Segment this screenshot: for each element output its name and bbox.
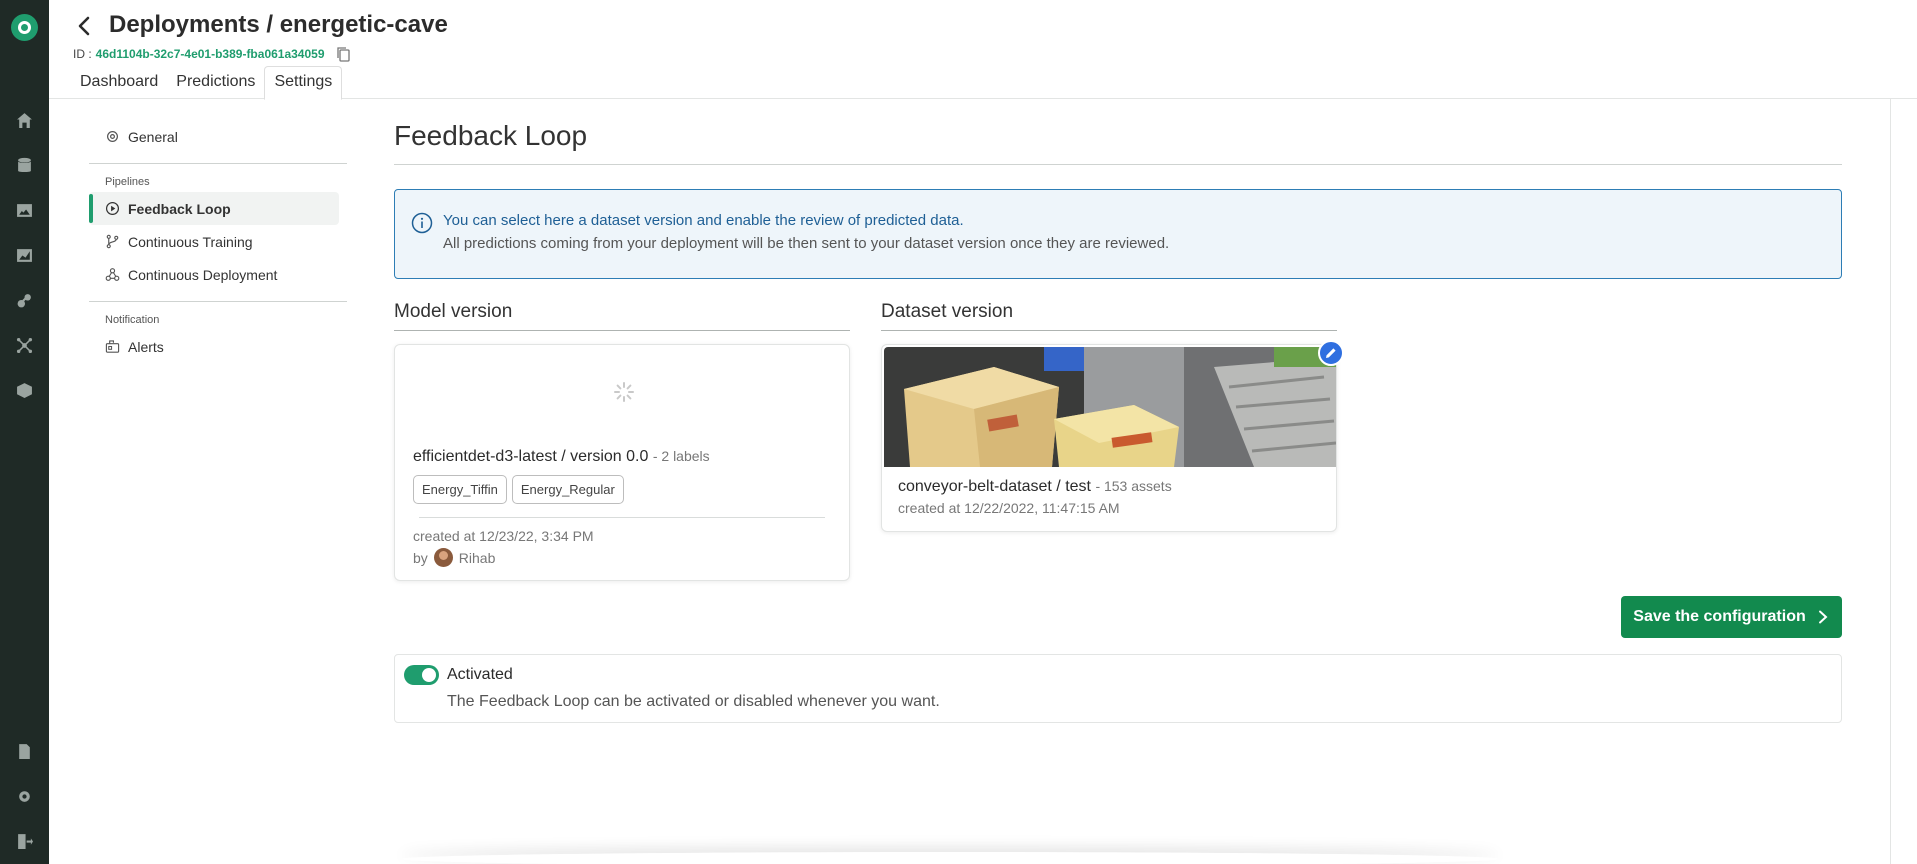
app-rail: [0, 0, 49, 864]
model-version-heading: Model version: [394, 301, 850, 331]
author-name: Rihab: [458, 549, 496, 566]
id-label: ID :: [73, 47, 92, 61]
tab-predictions[interactable]: Predictions: [167, 67, 264, 99]
activation-panel: Activated The Feedback Loop can be activ…: [394, 654, 1842, 723]
label-chip: Energy_Regular: [511, 475, 624, 504]
tabs: Dashboard Predictions Settings: [71, 66, 343, 100]
database-icon[interactable]: [15, 156, 34, 175]
model-name-text: efficientdet-d3-latest / version 0.0: [413, 448, 649, 465]
dataset-card[interactable]: conveyor-belt-dataset / test - 153 asset…: [881, 340, 1344, 532]
cube-icon[interactable]: [15, 381, 34, 400]
branch-icon: [106, 234, 119, 249]
pencil-icon: [1326, 348, 1336, 358]
dataset-created-date: created at 12/22/2022, 11:47:15 AM: [898, 500, 1120, 516]
bottom-shadow: [400, 852, 1500, 864]
avatar: [433, 548, 453, 567]
label-chip: Energy_Tiffin: [413, 475, 507, 504]
version-columns: Model version Dataset version efficientd…: [394, 301, 1842, 611]
info-text-secondary: All predictions coming from your deploym…: [443, 235, 1170, 252]
info-icon: [411, 212, 433, 234]
dataset-thumbnail: [884, 347, 1336, 467]
settings-gear-icon[interactable]: [15, 787, 34, 806]
activation-description: The Feedback Loop can be activated or di…: [447, 693, 940, 710]
model-created-date: created at 12/23/22, 3:34 PM: [413, 528, 594, 544]
play-circle-icon: [105, 201, 120, 216]
back-arrow-icon[interactable]: [73, 14, 97, 38]
deployment-id: ID : 46d1104b-32c7-4e01-b389-fba061a3405…: [73, 46, 351, 62]
app-logo-icon[interactable]: [11, 14, 38, 41]
sidebar-item-general[interactable]: General: [89, 120, 339, 153]
dataset-version-heading: Dataset version: [881, 301, 1337, 331]
save-configuration-button[interactable]: Save the configuration: [1621, 596, 1842, 638]
sidebar-item-label: Alerts: [128, 338, 164, 355]
sidebar-item-feedback-loop[interactable]: Feedback Loop: [89, 192, 339, 225]
chevron-right-icon: [1818, 610, 1828, 624]
assets-count: - 153 assets: [1095, 478, 1172, 494]
network-icon: [105, 268, 120, 281]
copy-icon[interactable]: [335, 46, 351, 62]
sidebar-item-label: Feedback Loop: [128, 200, 231, 217]
deployments-icon[interactable]: [15, 336, 34, 355]
info-text-primary: You can select here a dataset version an…: [443, 212, 964, 229]
scrollbar[interactable]: [1890, 99, 1891, 864]
by-label: by: [413, 549, 428, 566]
home-icon[interactable]: [15, 111, 34, 130]
mailbox-icon: [105, 340, 120, 353]
sidebar-item-label: Continuous Deployment: [128, 266, 278, 283]
dataset-name: conveyor-belt-dataset / test - 153 asset…: [898, 478, 1172, 496]
model-card[interactable]: efficientdet-d3-latest / version 0.0 - 2…: [394, 344, 850, 581]
info-banner: You can select here a dataset version an…: [394, 189, 1842, 279]
labels-count: - 2 labels: [652, 448, 710, 464]
section-heading: Notification: [105, 314, 160, 326]
model-author: by Rihab: [413, 548, 495, 567]
tab-settings[interactable]: Settings: [264, 66, 343, 100]
section-title: Feedback Loop: [394, 120, 1842, 165]
divider: [89, 301, 347, 302]
save-button-label: Save the configuration: [1633, 608, 1806, 625]
sidebar-item-alerts[interactable]: Alerts: [89, 330, 339, 363]
divider: [89, 163, 347, 164]
tab-dashboard[interactable]: Dashboard: [71, 67, 167, 99]
id-value: 46d1104b-32c7-4e01-b389-fba061a34059: [95, 47, 325, 61]
logout-icon[interactable]: [15, 832, 34, 851]
sidebar-item-continuous-deployment[interactable]: Continuous Deployment: [89, 258, 339, 291]
edit-dataset-button[interactable]: [1318, 340, 1344, 366]
gear-icon: [107, 131, 118, 142]
models-icon[interactable]: [15, 291, 34, 310]
activation-toggle[interactable]: [404, 665, 439, 685]
sidebar-item-continuous-training[interactable]: Continuous Training: [89, 225, 339, 258]
activation-label: Activated: [447, 666, 513, 683]
experiments-chart-icon[interactable]: [15, 246, 34, 265]
dataset-name-text: conveyor-belt-dataset / test: [898, 478, 1091, 495]
settings-sidebar: General Pipelines Feedback Loop Continuo…: [89, 120, 347, 363]
images-icon[interactable]: [15, 201, 34, 220]
main-content: Feedback Loop You can select here a data…: [394, 120, 1842, 723]
sidebar-item-label: General: [128, 128, 178, 145]
page-header: Deployments / energetic-cave ID : 46d110…: [49, 0, 1917, 100]
loading-spinner-icon: [614, 382, 634, 402]
page-title: Deployments / energetic-cave: [109, 11, 448, 38]
sidebar-item-label: Continuous Training: [128, 233, 253, 250]
docs-icon[interactable]: [15, 742, 34, 761]
divider: [419, 517, 825, 518]
label-chips: Energy_Tiffin Energy_Regular: [413, 475, 624, 504]
section-heading: Pipelines: [105, 176, 150, 188]
model-name: efficientdet-d3-latest / version 0.0 - 2…: [413, 448, 710, 466]
